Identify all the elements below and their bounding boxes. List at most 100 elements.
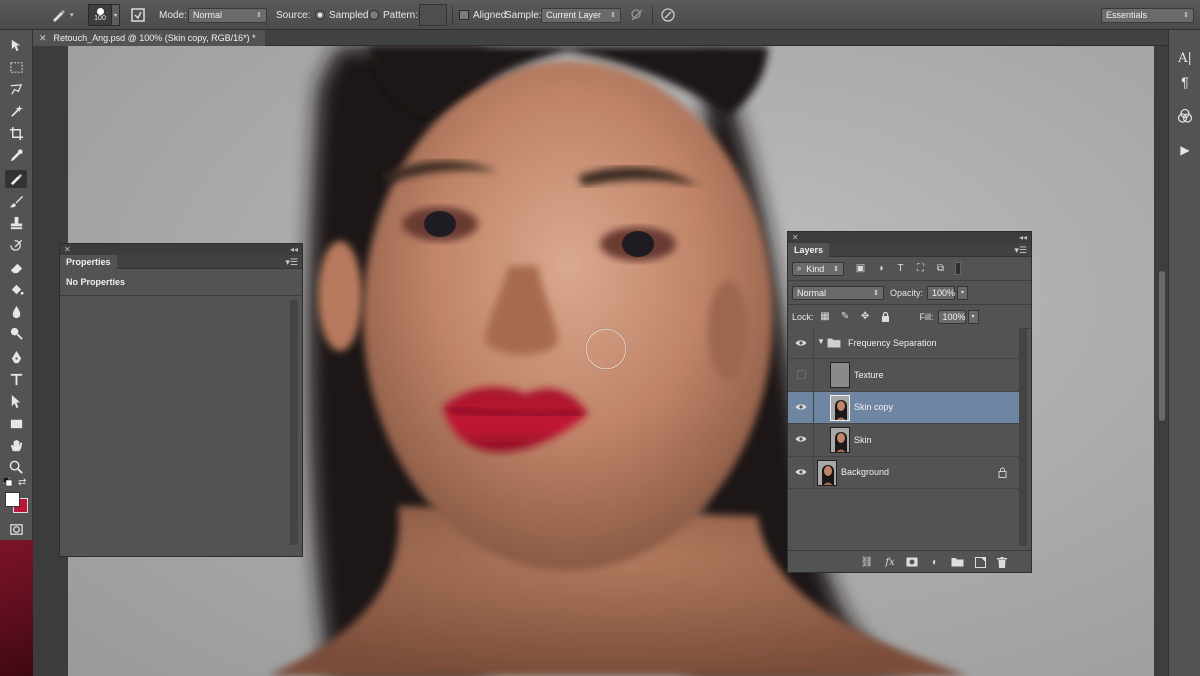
blur-tool-icon[interactable] [5,302,27,320]
smart-object-filter-icon[interactable]: ⧉ [934,262,947,275]
tab-properties[interactable]: Properties [60,255,117,269]
lock-image-icon[interactable]: ✎ [839,310,852,323]
aligned-checkbox[interactable]: Aligned [459,0,506,30]
chevron-updown-icon: ⇕ [610,12,616,19]
eraser-tool-icon[interactable] [5,258,27,276]
layer-row-skin[interactable]: Skin [788,424,1019,457]
eye-icon[interactable] [795,466,807,478]
separator [452,5,453,25]
document-tab[interactable]: ✕ Retouch_Ang.psd @ 100% (Skin copy, RGB… [33,30,265,46]
foreground-color-swatch[interactable] [5,492,20,507]
opacity-slider-toggle[interactable]: ▾ [957,285,969,300]
move-tool-icon[interactable] [5,36,27,54]
lasso-tool-icon[interactable] [5,80,27,98]
swap-colors-icon[interactable]: ⇄ [18,477,26,488]
fill-input[interactable]: 100% [937,309,966,324]
adjustment-layer-icon[interactable]: ◐ [928,555,942,569]
character-panel-icon[interactable]: A| [1175,48,1195,68]
sample-select[interactable]: Current Layer ⇕ [541,7,621,23]
hand-tool-icon[interactable] [5,436,27,454]
adjustment-filter-icon[interactable]: ◑ [874,262,887,275]
play-actions-icon[interactable]: ▶ [1175,140,1195,160]
pixel-filter-icon[interactable]: ▣ [854,262,867,275]
brush-tool-icon[interactable] [5,192,27,210]
chevron-updown-icon: ⇕ [873,289,879,297]
lock-position-icon[interactable]: ✥ [859,310,872,323]
crop-tool-icon[interactable] [5,124,27,142]
channels-panel-icon[interactable] [1175,106,1195,126]
link-layers-icon[interactable]: ⛓ [860,555,874,569]
eye-icon[interactable] [795,401,807,413]
pen-tool-icon[interactable] [5,348,27,366]
add-mask-icon[interactable] [905,555,919,569]
properties-scrollbar[interactable] [290,300,298,545]
quick-mask-icon[interactable] [5,520,27,538]
layer-row-texture[interactable]: Texture [788,359,1019,392]
brush-size-picker[interactable]: 100 ▾ [88,0,120,30]
layers-scrollbar[interactable] [1019,328,1027,546]
close-icon[interactable]: ✕ [64,245,71,254]
workspace-select[interactable]: Essentials ⇕ [1101,7,1194,23]
layer-row-background[interactable]: Background [788,456,1019,489]
layer-row-skin-copy[interactable]: Skin copy [788,391,1019,424]
clone-stamp-tool-icon[interactable] [5,214,27,232]
ignore-adjustment-layers-icon[interactable] [630,0,644,30]
pattern-radio[interactable]: Pattern: [369,0,418,30]
eye-icon[interactable] [795,337,807,349]
marquee-tool-icon[interactable] [5,58,27,76]
brush-settings-icon[interactable] [130,0,146,30]
close-icon[interactable]: ✕ [39,33,47,44]
collapse-icon[interactable]: ◂◂ [290,245,298,254]
layers-panel: ✕ ◂◂ Layers ▾☰ ⌕ Kind ⇕ ▣ ◑ T ⛶ ⧉ Normal… [787,231,1032,573]
healing-brush-tool-icon[interactable]: ▾ [50,0,74,30]
pattern-picker[interactable] [419,0,447,30]
healing-brush-tool-icon[interactable] [5,170,27,188]
sample-label: Sample: [505,9,542,21]
lock-all-icon[interactable] [879,310,892,323]
shape-filter-icon[interactable]: ⛶ [914,262,927,275]
lock-fill-row: Lock: ▦ ✎ ✥ Fill: 100% ▾ [788,305,1031,329]
tab-layers[interactable]: Layers [788,243,830,257]
scrollbar-thumb[interactable] [1159,271,1165,421]
sampled-radio[interactable]: Sampled [315,0,368,30]
paint-bucket-tool-icon[interactable] [5,280,27,298]
panel-menu-icon[interactable]: ▾☰ [285,257,298,268]
eye-icon[interactable] [795,433,807,445]
tools-panel: ⇄ [0,30,33,676]
new-layer-icon[interactable] [973,555,987,569]
panel-tab-row: Layers ▾☰ [788,243,1031,257]
filter-toggle[interactable] [955,262,961,275]
expand-triangle-icon[interactable]: ▼ [817,337,825,346]
dodge-tool-icon[interactable] [5,324,27,342]
eyedropper-tool-icon[interactable] [5,146,27,164]
paragraph-panel-icon[interactable]: ¶ [1175,72,1195,92]
layer-thumbnail [830,394,850,421]
fx-icon[interactable]: fx [883,555,897,569]
type-filter-icon[interactable]: T [894,262,907,275]
blend-mode-select[interactable]: Normal ⇕ [792,285,884,300]
collapse-icon[interactable]: ◂◂ [1019,233,1027,242]
type-tool-icon[interactable] [5,370,27,388]
pressure-size-icon[interactable] [660,0,676,30]
fill-slider-toggle[interactable]: ▾ [967,309,979,324]
panel-header-bar: ✕ ◂◂ [788,232,1031,243]
delete-layer-icon[interactable] [995,555,1009,569]
panel-menu-icon[interactable]: ▾☰ [1014,245,1027,256]
zoom-tool-icon[interactable] [5,458,27,476]
rectangle-tool-icon[interactable] [5,414,27,432]
path-selection-tool-icon[interactable] [5,392,27,410]
fill-label: Fill: [919,311,934,322]
default-colors-icon[interactable] [2,476,13,490]
layer-row-frequency-separation[interactable]: ▼ Frequency Separation [788,328,1019,359]
filter-kind-select[interactable]: ⌕ Kind ⇕ [792,261,844,276]
magic-wand-tool-icon[interactable] [5,102,27,120]
close-icon[interactable]: ✕ [792,233,799,242]
visibility-toggle-off[interactable] [795,368,807,380]
layer-thumbnail [830,362,850,388]
lock-transparent-icon[interactable]: ▦ [819,310,832,323]
new-group-icon[interactable] [950,555,964,569]
canvas-vertical-scrollbar[interactable] [1156,46,1168,676]
mode-select[interactable]: Normal ⇕ [188,7,267,23]
history-brush-tool-icon[interactable] [5,236,27,254]
opacity-input[interactable]: 100% [927,285,955,300]
